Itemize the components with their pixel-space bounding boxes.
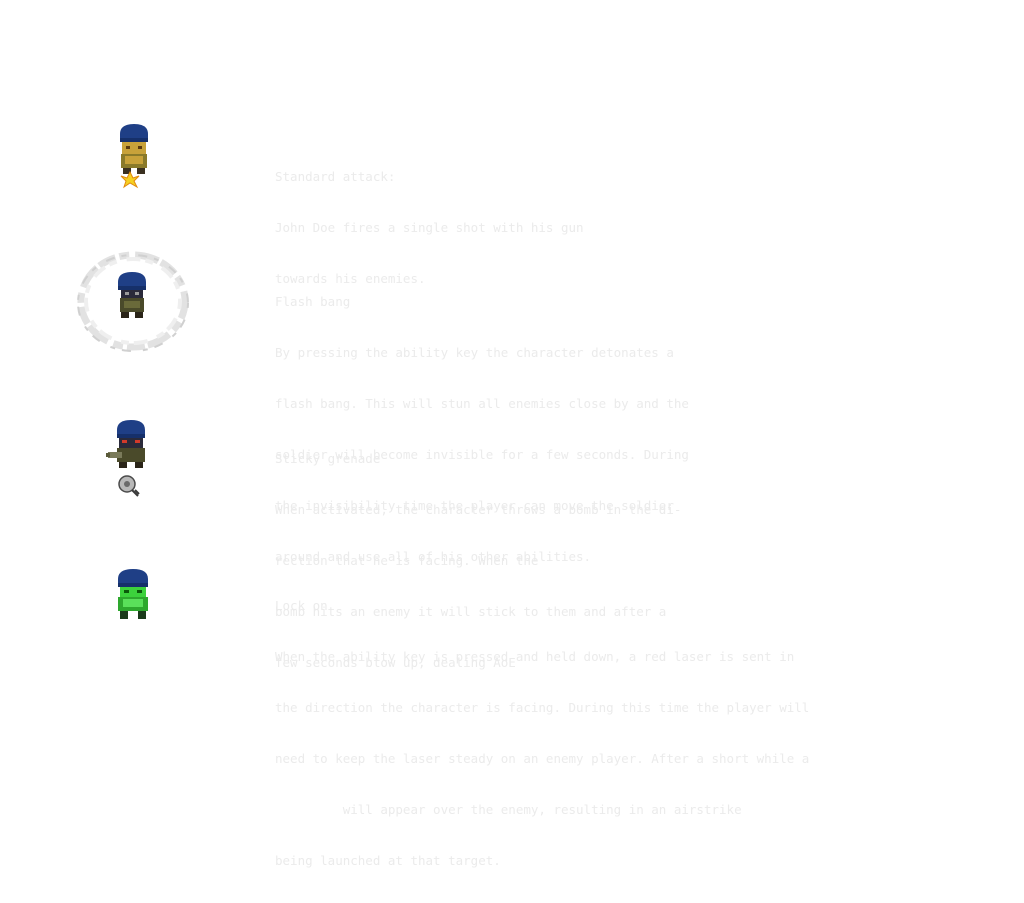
description-line: John Doe fires a single shot with his gu… bbox=[275, 220, 584, 235]
ability-title: Flash bang bbox=[275, 294, 351, 309]
soldier-smoke-ring-sprite bbox=[77, 251, 189, 352]
ability-description: Lock on When the ability key is pressed … bbox=[275, 563, 809, 903]
ability-title: Standard attack: bbox=[275, 169, 396, 184]
ability-title: Lock on bbox=[275, 598, 328, 613]
soldier-laser-sprite bbox=[118, 569, 148, 619]
description-line: When activated, the character throws a b… bbox=[275, 502, 682, 517]
description-line: will appear over the enemy, resulting in… bbox=[275, 802, 742, 817]
description-line: By pressing the ability key the characte… bbox=[275, 345, 674, 360]
description-line: flash bang. This will stun all enemies c… bbox=[275, 396, 689, 411]
soldier-firing-sprite bbox=[120, 124, 148, 189]
description-line: being launched at that target. bbox=[275, 853, 501, 868]
description-line: need to keep the laser steady on an enem… bbox=[275, 751, 810, 766]
ability-title: Sticky grenade bbox=[275, 451, 381, 466]
description-line: When the ability key is pressed and held… bbox=[275, 649, 795, 664]
soldier-grenade-sprite bbox=[106, 420, 145, 497]
description-line: the direction the character is facing. D… bbox=[275, 700, 810, 715]
